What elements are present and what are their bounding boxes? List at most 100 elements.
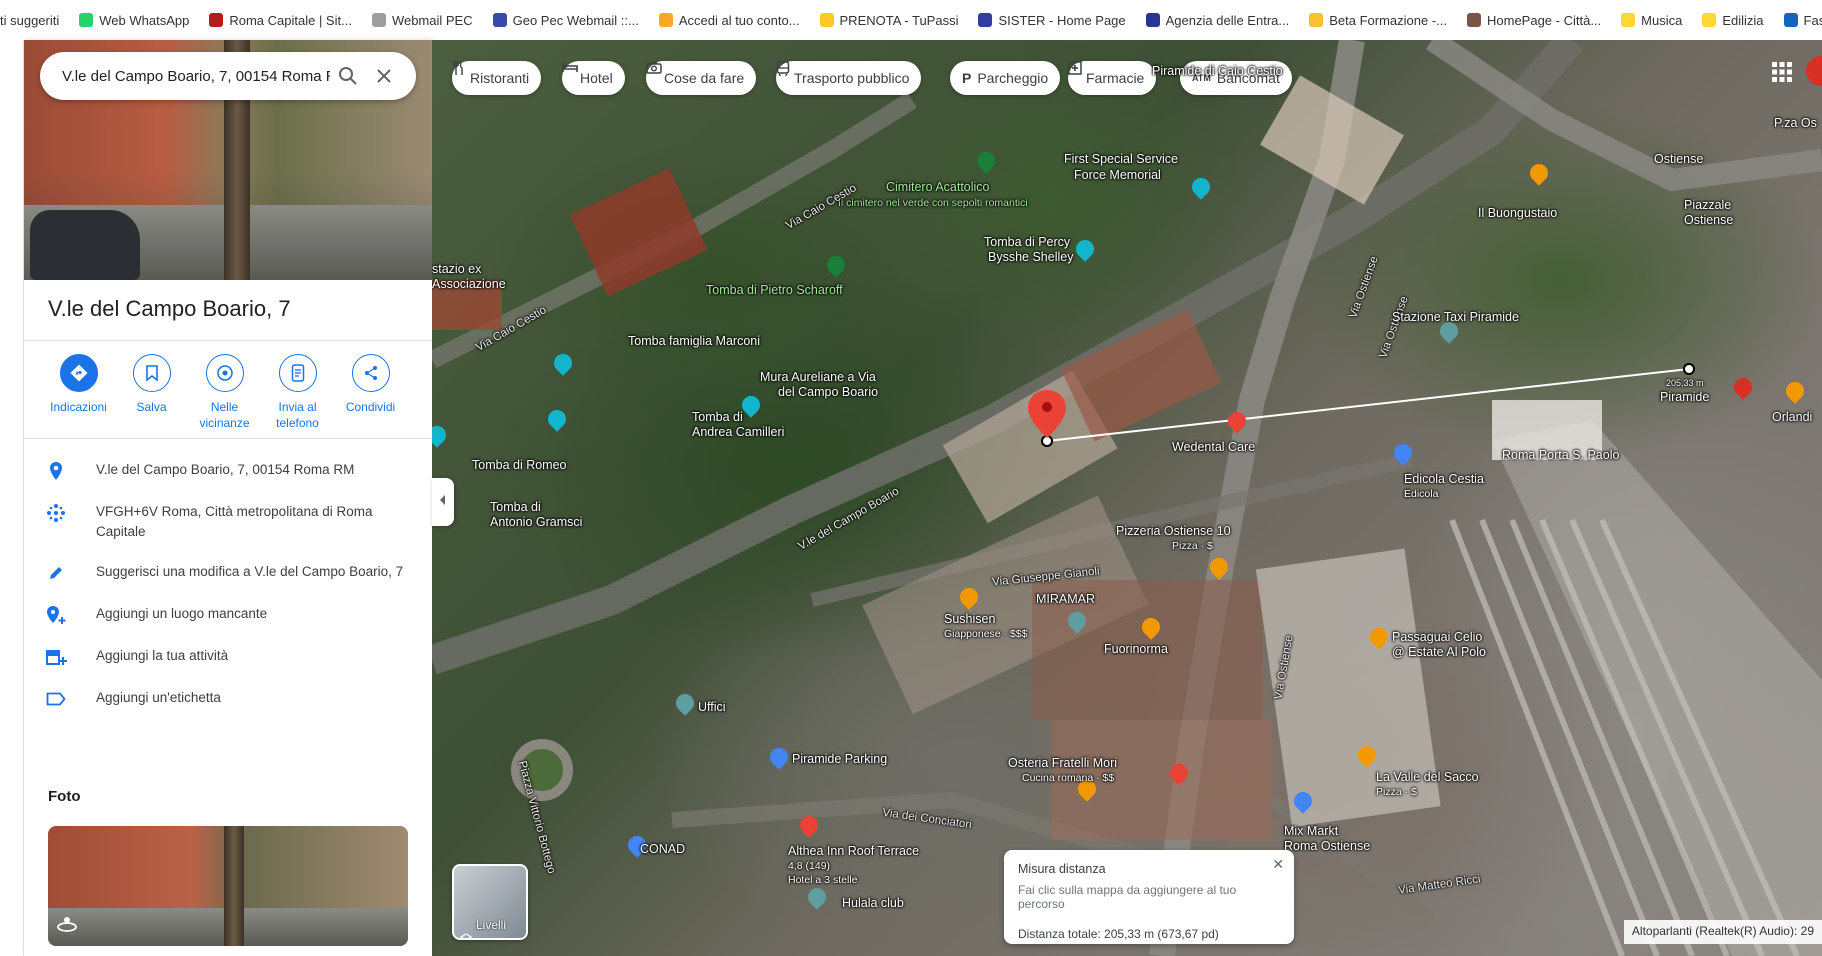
bookmark-item[interactable]: Accedi al tuo conto... (658, 12, 800, 28)
map-label: Force Memorial (1074, 168, 1161, 182)
map-label[interactable]: La Valle del Sacco (1376, 770, 1479, 785)
map-label[interactable]: Piramide (1660, 390, 1709, 405)
add-business-icon (44, 646, 68, 668)
map-label[interactable]: Cimitero Acattolico (886, 180, 990, 195)
layers-button[interactable]: Livelli (452, 864, 528, 940)
search-input[interactable] (62, 67, 330, 85)
bookmark-label: SISTER - Home Page (998, 12, 1126, 28)
bookmark-label: Webmail PEC (391, 12, 473, 28)
google-maps-window: ti suggeriti Web WhatsApp Roma Capitale | … (0, 0, 1822, 956)
add-label-row[interactable]: Aggiungi un'etichetta (24, 678, 432, 720)
directions-icon (59, 354, 98, 392)
bookmark-item[interactable]: PRENOTA - TuPassi (819, 13, 958, 28)
chip-pharmacies[interactable]: Farmacie (1068, 61, 1157, 95)
map-label[interactable]: Tomba di Pietro Scharoff (706, 283, 843, 298)
map-label: Pizza · $ (1376, 786, 1417, 798)
layers-label: Livelli (476, 918, 507, 932)
location-pin-icon (44, 460, 68, 482)
map-label[interactable]: Piazzale (1684, 198, 1731, 213)
map-label[interactable]: P.za Os (1774, 116, 1817, 131)
save-button[interactable]: Salva (115, 354, 188, 431)
close-icon[interactable] (366, 58, 402, 94)
map-label[interactable]: Sushisen (944, 612, 995, 627)
map-label[interactable]: Il Buongustaio (1478, 206, 1557, 221)
search-box (40, 52, 416, 100)
search-icon[interactable] (330, 58, 366, 94)
map-label[interactable]: Roma Porta S. Paolo (1502, 448, 1619, 463)
send-to-phone-button[interactable]: Invia al telefono (261, 354, 334, 431)
bookmark-favicon-icon (492, 13, 507, 27)
map-label[interactable]: Tomba di Romeo (472, 458, 567, 473)
chip-things-to-do[interactable]: Cose da fare (646, 61, 757, 95)
add-place-row[interactable]: Aggiungi un luogo mancante (24, 594, 432, 636)
photo-thumbnail[interactable] (48, 826, 408, 946)
bookmark-item[interactable]: Beta Formazione -... (1309, 13, 1447, 28)
bookmark-favicon-icon (658, 13, 673, 27)
apps-grid-icon[interactable] (1770, 60, 1794, 84)
suggest-edit-row[interactable]: Suggerisci una modifica a V.le del Campo… (24, 552, 432, 594)
map-label[interactable]: Piramide di Caio Cestio (1152, 64, 1283, 79)
map-label[interactable]: Piramide Parking (792, 752, 887, 767)
collapse-panel-button[interactable] (432, 478, 454, 526)
map-label[interactable]: Orlandi (1772, 410, 1812, 425)
chip-restaurants[interactable]: Ristoranti (452, 61, 542, 95)
parking-icon: P (962, 70, 972, 86)
share-label: Condividi (345, 400, 396, 414)
plus-code-row[interactable]: VFGH+6V Roma, Città metropolitana di Rom… (24, 492, 432, 552)
map-label[interactable]: Althea Inn Roof Terrace (788, 844, 919, 859)
map-label[interactable]: First Special Service (1064, 152, 1178, 167)
chip-parking[interactable]: P Parcheggio (950, 61, 1061, 95)
bookmark-label: Accedi al tuo conto... (678, 12, 800, 28)
chip-hotel[interactable]: Hotel (562, 61, 625, 95)
bookmark-favicon-icon (1309, 13, 1324, 27)
bookmark-item[interactable]: Web WhatsApp (79, 13, 189, 28)
pencil-icon (44, 562, 68, 584)
nearby-button[interactable]: Nelle vicinanze (188, 354, 261, 431)
map-label[interactable]: MIRAMAR (1036, 592, 1095, 607)
bookmark-item[interactable]: Roma Capitale | Sit... (209, 13, 352, 28)
directions-button[interactable]: Indicazioni (42, 354, 115, 431)
map-label[interactable]: Uffici (698, 700, 726, 715)
bookmark-label: HomePage - Città... (1487, 12, 1602, 28)
map-label[interactable]: stazio ex (432, 262, 481, 277)
map-canvas[interactable]: Ristoranti Hotel Cose da fare Trasporto … (432, 40, 1822, 956)
close-icon[interactable]: ✕ (1272, 856, 1284, 873)
map-label[interactable]: Pizzeria Ostiense 10 (1116, 524, 1231, 539)
bookmark-item[interactable]: Agenzia delle Entra... (1145, 13, 1289, 28)
map-label: Giapponese · $$$ (944, 628, 1028, 640)
add-business-row[interactable]: Aggiungi la tua attività (24, 636, 432, 678)
bookmark-item[interactable]: Edilizia (1702, 13, 1764, 28)
map-label[interactable]: Hulala club (842, 896, 904, 911)
map-label[interactable]: Ostiense (1654, 152, 1703, 167)
map-label[interactable]: Tomba famiglia Marconi (628, 334, 760, 349)
map-label[interactable]: Wedental Care (1172, 440, 1255, 455)
bookmark-item[interactable]: Musica (1621, 13, 1682, 28)
map-label[interactable]: Mix Markt (1284, 824, 1338, 839)
bookmark-item[interactable]: ti suggeriti (0, 13, 59, 28)
map-label: Roma Ostiense (1284, 839, 1371, 853)
street-view-icon (56, 915, 78, 938)
chip-label: Trasporto pubblico (794, 70, 910, 86)
bookmark-item[interactable]: HomePage - Città... (1467, 13, 1601, 28)
map-label: Associazione (432, 277, 506, 291)
map-label[interactable]: Tomba di (692, 410, 743, 425)
map-label[interactable]: Tomba di (490, 500, 541, 515)
map-label[interactable]: Tomba di Percy (984, 235, 1070, 250)
map-label[interactable]: CONAD (640, 842, 685, 857)
chip-public-transport[interactable]: Trasporto pubblico (776, 61, 922, 95)
share-button[interactable]: Condividi (334, 354, 407, 431)
map-label[interactable]: Passaguai Celio (1392, 630, 1482, 645)
map-label: Edicola (1404, 488, 1439, 500)
bookmark-item[interactable]: Webmail PEC (371, 12, 473, 28)
map-label[interactable]: Edicola Cestia (1404, 472, 1484, 487)
map-label[interactable]: Osteria Fratelli Mori (1008, 756, 1117, 771)
address-row[interactable]: V.le del Campo Boario, 7, 00154 Roma RM (24, 450, 432, 492)
map-label[interactable]: Stazione Taxi Piramide (1392, 310, 1519, 325)
bookmark-item[interactable]: SISTER - Home Page (978, 12, 1126, 28)
map-label[interactable]: Fuorinorma (1104, 642, 1168, 657)
address-text: V.le del Campo Boario, 7, 00154 Roma RM (96, 462, 355, 477)
chip-label: Parcheggio (977, 70, 1049, 86)
bookmark-item[interactable]: Fascicolo Sanitario... (1783, 13, 1822, 28)
map-label[interactable]: Mura Aureliane a Via (760, 370, 876, 385)
bookmark-item[interactable]: Geo Pec Webmail ::... (492, 13, 639, 28)
